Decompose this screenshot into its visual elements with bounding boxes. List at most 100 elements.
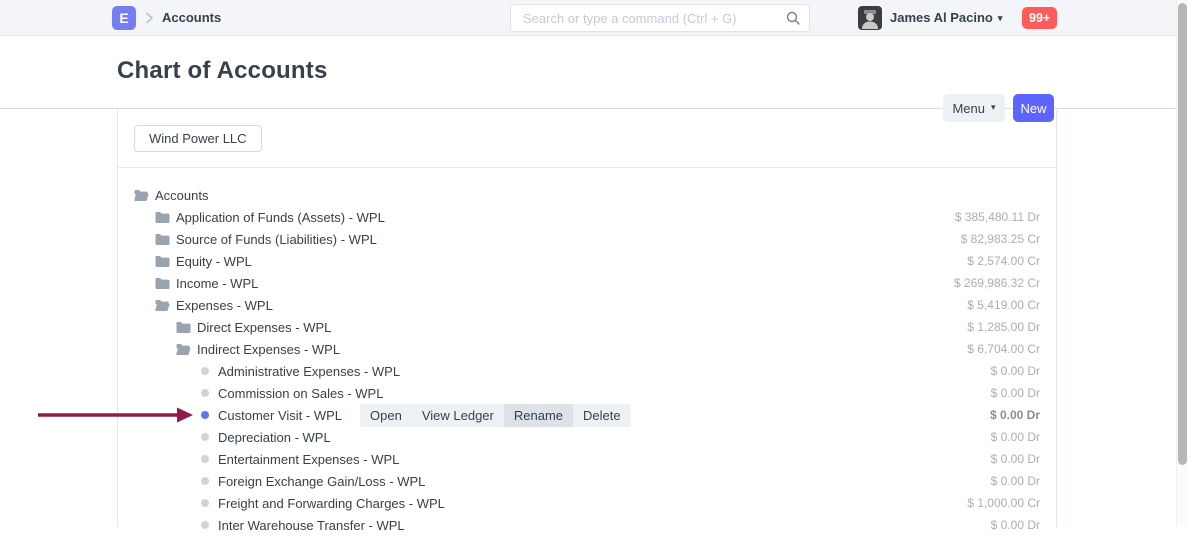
tree-row[interactable]: Entertainment Expenses - WPL $ 0.00 Dr xyxy=(134,448,1040,470)
content-card: Wind Power LLC Accounts Application of Fu… xyxy=(117,110,1057,527)
tree-row[interactable]: Equity - WPL$ 2,574.00 Cr xyxy=(134,250,1040,272)
company-filter-button[interactable]: Wind Power LLC xyxy=(134,125,262,152)
balance-amount: $ 5,419.00 Cr xyxy=(967,294,1040,316)
node-action-view-ledger-button[interactable]: View Ledger xyxy=(412,404,504,427)
menu-button[interactable]: Menu ▾ xyxy=(943,94,1005,122)
balance-amount: $ 385,480.11 Dr xyxy=(955,206,1040,228)
tree-row[interactable]: Administrative Expenses - WPL $ 0.00 Dr xyxy=(134,360,1040,382)
tree-indent xyxy=(134,349,176,350)
tree-node-label: Application of Funds (Assets) - WPL xyxy=(176,210,385,225)
leaf-dot xyxy=(201,477,209,485)
tree-node-label: Foreign Exchange Gain/Loss - WPL xyxy=(218,474,425,489)
balance-amount: $ 0.00 Dr xyxy=(991,514,1040,536)
user-avatar[interactable] xyxy=(858,6,882,30)
notification-badge[interactable]: 99+ xyxy=(1022,7,1057,29)
tree-row[interactable]: Direct Expenses - WPL$ 1,285.00 Dr xyxy=(134,316,1040,338)
folder-icon xyxy=(176,320,191,334)
navbar: E Accounts James Al Pacino ▾ 99+ xyxy=(0,0,1188,36)
tree-indent xyxy=(134,327,176,328)
caret-down-icon: ▾ xyxy=(998,13,1003,23)
tree-node-label: Expenses - WPL xyxy=(176,298,273,313)
leaf-dot xyxy=(201,411,209,419)
tree-indent xyxy=(134,437,197,438)
tree-row[interactable]: Depreciation - WPL $ 0.00 Dr xyxy=(134,426,1040,448)
tree-node-label: Inter Warehouse Transfer - WPL xyxy=(218,518,405,533)
balance-amount: $ 82,983.25 Cr xyxy=(961,228,1040,250)
breadcrumb-chevron-icon xyxy=(141,10,157,31)
tree-node-label: Customer Visit - WPL xyxy=(218,408,342,423)
folder-open-icon xyxy=(155,298,170,312)
tree-row[interactable]: Indirect Expenses - WPL $ 6,704.00 Cr xyxy=(134,338,1040,360)
leaf-dot-icon xyxy=(197,430,212,444)
node-action-open-button[interactable]: Open xyxy=(360,404,412,427)
tree-indent xyxy=(134,283,155,284)
page-title: Chart of Accounts xyxy=(117,57,328,85)
search-input[interactable] xyxy=(510,4,810,32)
balance-amount: $ 6,704.00 Cr xyxy=(967,338,1040,360)
node-action-delete-button[interactable]: Delete xyxy=(573,404,631,427)
leaf-dot xyxy=(201,499,209,507)
folder-icon xyxy=(155,254,170,268)
scrollbar-thumb[interactable] xyxy=(1178,3,1187,465)
leaf-dot-icon xyxy=(197,408,212,422)
filter-section: Wind Power LLC xyxy=(118,110,1056,168)
tree-row[interactable]: Foreign Exchange Gain/Loss - WPL $ 0.00 D… xyxy=(134,470,1040,492)
balance-amount: $ 1,285.00 Dr xyxy=(967,316,1040,338)
balance-amount: $ 2,574.00 Cr xyxy=(967,250,1040,272)
balance-amount: $ 0.00 Dr xyxy=(991,448,1040,470)
leaf-dot xyxy=(201,367,209,375)
leaf-dot-icon xyxy=(197,518,212,532)
node-action-toolbar: OpenView LedgerRenameDelete xyxy=(360,404,631,427)
folder-open-icon xyxy=(176,342,191,356)
tree-row[interactable]: Application of Funds (Assets) - WPL $ 385… xyxy=(134,206,1040,228)
global-search xyxy=(510,4,810,32)
balance-amount: $ 0.00 Dr xyxy=(991,382,1040,404)
tree-indent xyxy=(134,415,197,416)
tree-node-label: Depreciation - WPL xyxy=(218,430,331,445)
balance-amount: $ 0.00 Dr xyxy=(990,404,1040,426)
user-name-label: James Al Pacino xyxy=(890,10,993,25)
tree-row[interactable]: Expenses - WPL $ 5,419.00 Cr xyxy=(134,294,1040,316)
tree-indent xyxy=(134,503,197,504)
caret-down-icon: ▾ xyxy=(991,102,996,113)
tree-node-label: Administrative Expenses - WPL xyxy=(218,364,400,379)
tree-row[interactable]: Commission on Sales - WPL $ 0.00 Dr xyxy=(134,382,1040,404)
new-button[interactable]: New xyxy=(1013,94,1054,122)
breadcrumb[interactable]: Accounts xyxy=(162,0,221,36)
tree-indent xyxy=(134,393,197,394)
tree-row[interactable]: Inter Warehouse Transfer - WPL $ 0.00 Dr xyxy=(134,514,1040,536)
leaf-dot-icon xyxy=(197,364,212,378)
scrollbar-track[interactable] xyxy=(1176,0,1188,527)
folder-icon xyxy=(155,232,170,246)
leaf-dot xyxy=(201,433,209,441)
balance-amount: $ 1,000.00 Cr xyxy=(967,492,1040,514)
tree-row[interactable]: Accounts xyxy=(134,184,1040,206)
leaf-dot-icon xyxy=(197,386,212,400)
tree-row[interactable]: Customer Visit - WPL OpenView LedgerRenam… xyxy=(134,404,1040,426)
leaf-dot-icon xyxy=(197,452,212,466)
tree-node-label: Accounts xyxy=(155,188,208,203)
user-menu[interactable]: James Al Pacino ▾ xyxy=(890,0,1002,37)
page-head: Chart of Accounts Menu▾ New xyxy=(0,37,1188,109)
tree-row[interactable]: Freight and Forwarding Charges - WPL$ 1,… xyxy=(134,492,1040,514)
balance-amount: $ 0.00 Dr xyxy=(991,426,1040,448)
tree-node-label: Indirect Expenses - WPL xyxy=(197,342,340,357)
balance-amount: $ 0.00 Dr xyxy=(991,470,1040,492)
balance-amount: $ 0.00 Dr xyxy=(991,360,1040,382)
folder-icon xyxy=(155,276,170,290)
tree-node-label: Commission on Sales - WPL xyxy=(218,386,383,401)
folder-icon xyxy=(155,210,170,224)
tree-node-label: Entertainment Expenses - WPL xyxy=(218,452,399,467)
tree-indent xyxy=(134,261,155,262)
app-logo[interactable]: E xyxy=(112,6,136,30)
tree-node-label: Income - WPL xyxy=(176,276,258,291)
node-action-rename-button[interactable]: Rename xyxy=(504,404,573,427)
tree-row[interactable]: Source of Funds (Liabilities) - WPL$ 82,… xyxy=(134,228,1040,250)
leaf-dot xyxy=(201,521,209,529)
search-icon xyxy=(785,10,801,31)
leaf-dot xyxy=(201,455,209,463)
balance-amount: $ 269,986.32 Cr xyxy=(954,272,1040,294)
tree-indent xyxy=(134,371,197,372)
menu-button-label: Menu xyxy=(952,101,985,116)
tree-row[interactable]: Income - WPL $ 269,986.32 Cr xyxy=(134,272,1040,294)
